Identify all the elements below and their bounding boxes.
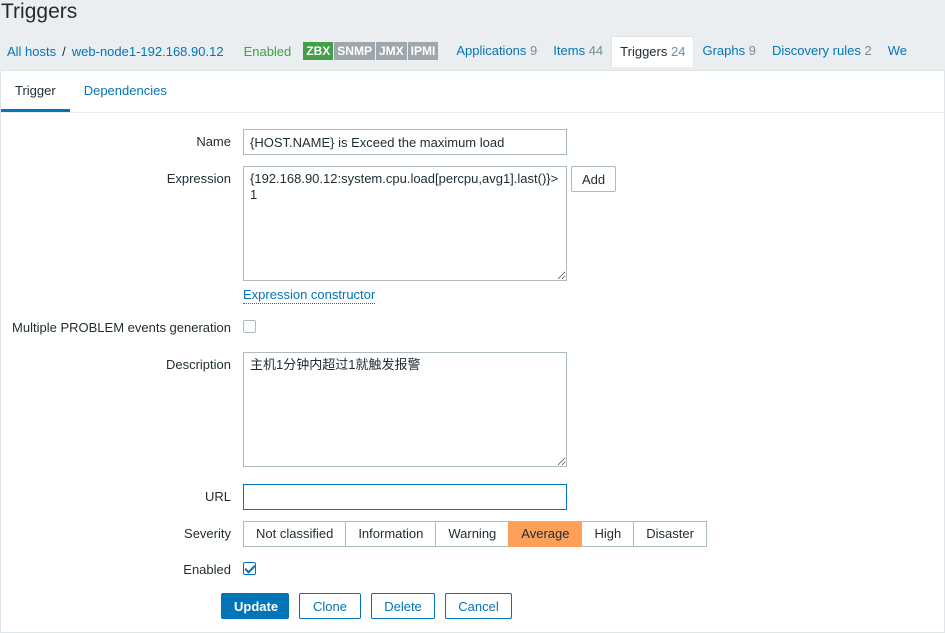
tab-triggers[interactable]: Triggers 24 (611, 35, 695, 67)
expression-textarea[interactable]: {192.168.90.12:system.cpu.load[percpu,av… (243, 166, 567, 281)
name-label: Name (196, 134, 231, 149)
enabled-label: Enabled (183, 562, 231, 577)
trigger-form-panel: Trigger Dependencies Name Expression {19… (0, 70, 945, 633)
tab-graphs[interactable]: Graphs 9 (694, 36, 764, 67)
tab-dependencies[interactable]: Dependencies (70, 71, 181, 112)
breadcrumb-host[interactable]: web-node1-192.168.90.12 (72, 44, 224, 59)
delete-button[interactable]: Delete (371, 593, 435, 619)
expression-constructor-link[interactable]: Expression constructor (243, 287, 376, 304)
tab-count: 2 (864, 42, 872, 58)
description-textarea[interactable]: 主机1分钟内超过1就触发报警 (243, 352, 567, 467)
expression-label: Expression (166, 171, 231, 186)
severity-high[interactable]: High (581, 521, 635, 547)
multiple-problem-label: Multiple PROBLEM events generation (12, 320, 231, 335)
tab-count: 9 (530, 42, 538, 58)
host-tabs: Applications 9 Items 44 Triggers 24 Grap… (448, 35, 915, 67)
tab-trigger[interactable]: Trigger (1, 71, 70, 112)
availability-snmp: SNMP (334, 42, 375, 60)
multiple-problem-checkbox[interactable] (243, 320, 256, 333)
severity-information[interactable]: Information (345, 521, 437, 547)
tab-label: Items (553, 42, 586, 58)
add-expression-button[interactable]: Add (571, 166, 617, 192)
cancel-button[interactable]: Cancel (445, 593, 512, 619)
severity-not-classified[interactable]: Not classified (243, 521, 347, 547)
availability-zbx: ZBX (303, 42, 334, 60)
clone-button[interactable]: Clone (299, 593, 361, 619)
availability-jmx: JMX (375, 42, 407, 60)
availability-ipmi: IPMI (407, 42, 439, 60)
tab-applications[interactable]: Applications 9 (448, 36, 545, 67)
tab-count: 9 (748, 42, 756, 58)
url-label: URL (204, 489, 231, 504)
tab-web[interactable]: We (880, 36, 915, 67)
tab-label: Triggers (620, 43, 668, 59)
severity-selector: Not classified Information Warning Avera… (243, 521, 707, 547)
page-title: Triggers (1, 0, 78, 23)
tab-discovery-rules[interactable]: Discovery rules 2 (764, 36, 880, 67)
severity-label: Severity (184, 526, 231, 541)
severity-warning[interactable]: Warning (435, 521, 510, 547)
severity-average[interactable]: Average (508, 521, 583, 547)
name-input[interactable] (243, 129, 567, 155)
tab-count: 24 (671, 43, 686, 59)
update-button[interactable]: Update (221, 593, 289, 619)
tab-count: 44 (588, 42, 604, 58)
tab-label: We (887, 42, 907, 58)
tab-label: Discovery rules (771, 42, 861, 58)
form-tabs: Trigger Dependencies (1, 71, 944, 113)
breadcrumb-separator: / (62, 43, 66, 59)
severity-disaster[interactable]: Disaster (633, 521, 707, 547)
enabled-checkbox[interactable] (243, 562, 256, 575)
breadcrumb-all-hosts[interactable]: All hosts (0, 44, 56, 59)
host-navigation: All hosts / web-node1-192.168.90.12 Enab… (0, 35, 945, 67)
tab-items[interactable]: Items 44 (545, 36, 611, 67)
host-status-enabled[interactable]: Enabled (244, 44, 292, 59)
availability-badges: ZBX SNMP JMX IPMI (303, 42, 439, 60)
tab-label: Graphs (702, 42, 746, 58)
description-label: Description (165, 357, 231, 372)
url-input[interactable] (243, 484, 567, 510)
tab-label: Applications (456, 42, 527, 58)
